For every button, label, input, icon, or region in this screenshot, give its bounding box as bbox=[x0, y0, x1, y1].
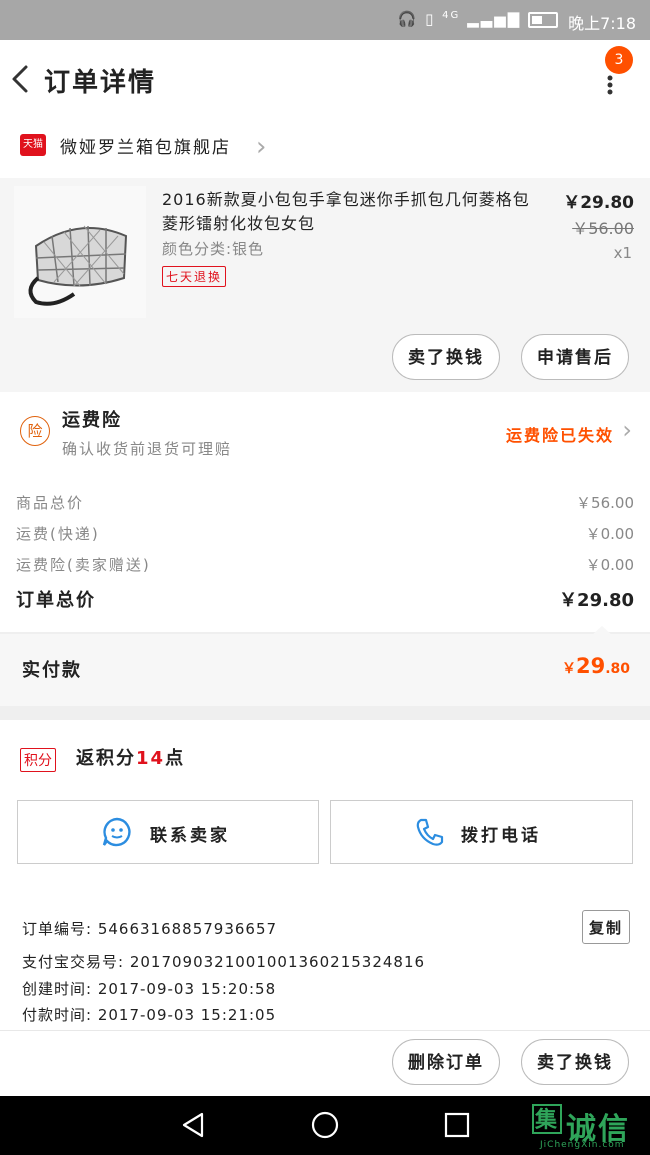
points-section: 积分 返积分14点 联系卖家 拨打电话 bbox=[0, 720, 650, 890]
network-type: 4G bbox=[442, 10, 461, 21]
store-row[interactable]: 天猫 微娅罗兰箱包旗舰店 › bbox=[0, 120, 650, 178]
original-price: ￥56.00 bbox=[572, 219, 634, 238]
insurance-title: 运费险 bbox=[62, 410, 122, 431]
order-info: 订单编号: 54663168857936657 支付宝交易号: 20170903… bbox=[0, 890, 650, 1030]
points-text: 返积分14点 bbox=[76, 744, 185, 770]
shipping-insurance-row[interactable]: 险 运费险 确认收货前退货可理赔 运费险已失效 › bbox=[0, 392, 650, 472]
after-sales-button[interactable]: 申请售后 bbox=[521, 334, 629, 380]
order-total-value: ￥29.80 bbox=[559, 590, 634, 611]
phone-icon bbox=[416, 818, 444, 846]
contact-seller-label: 联系卖家 bbox=[150, 826, 230, 846]
status-bar: 🎧 ▯ 4G ▂▃▅▇ 晚上7:18 bbox=[0, 0, 650, 40]
summary-value: ￥0.00 bbox=[585, 556, 634, 574]
back-arrow-icon[interactable] bbox=[10, 64, 32, 94]
quantity: x1 bbox=[613, 244, 632, 262]
summary-value: ￥0.00 bbox=[585, 525, 634, 543]
points-badge: 积分 bbox=[20, 748, 56, 772]
watermark-box: 集 bbox=[532, 1104, 562, 1134]
paid-amount: ￥29.80 bbox=[562, 654, 630, 678]
store-name: 微娅罗兰箱包旗舰店 bbox=[60, 138, 231, 158]
paid-integer: 29 bbox=[575, 654, 606, 678]
summary-row-goods: 商品总价 ￥56.00 bbox=[16, 492, 634, 513]
tmall-logo-icon: 天猫 bbox=[20, 134, 46, 156]
created-time: 创建时间: 2017-09-03 15:20:58 bbox=[22, 980, 277, 998]
insurance-icon: 险 bbox=[20, 416, 50, 446]
clock: 晚上7:18 bbox=[568, 14, 636, 33]
product-image[interactable] bbox=[14, 186, 146, 318]
order-number: 订单编号: 54663168857936657 bbox=[22, 920, 278, 938]
product-title[interactable]: 2016新款夏小包包手拿包迷你手抓包几何菱格包菱形镭射化妆包女包 bbox=[162, 188, 532, 236]
paid-decimal: .80 bbox=[605, 661, 630, 677]
contact-seller-button[interactable]: 联系卖家 bbox=[17, 800, 319, 864]
points-number: 14 bbox=[136, 748, 166, 769]
alipay-trade-number: 支付宝交易号: 2017090321001001360215324816 bbox=[22, 953, 426, 971]
summary-label: 运费险(卖家赠送) bbox=[16, 556, 151, 574]
product-attribute: 颜色分类:银色 bbox=[162, 240, 265, 258]
page-title: 订单详情 bbox=[44, 68, 157, 98]
vibrate-icon: ▯ bbox=[425, 10, 436, 28]
nav-recents-icon[interactable] bbox=[443, 1111, 471, 1139]
insurance-subtitle: 确认收货前退货可理赔 bbox=[62, 440, 233, 458]
chevron-right-icon: › bbox=[622, 416, 632, 444]
points-prefix: 返积分 bbox=[76, 748, 136, 769]
chat-face-icon bbox=[102, 817, 131, 847]
summary-label: 商品总价 bbox=[16, 494, 85, 512]
nav-back-icon[interactable] bbox=[178, 1110, 208, 1140]
insurance-status: 运费险已失效 bbox=[505, 426, 614, 445]
copy-button[interactable]: 复制 bbox=[582, 910, 630, 944]
points-suffix: 点 bbox=[165, 748, 186, 769]
delete-order-button[interactable]: 删除订单 bbox=[392, 1039, 500, 1085]
payment-time: 付款时间: 2017-09-03 15:21:05 bbox=[22, 1006, 277, 1024]
price-summary: 商品总价 ￥56.00 运费(快递) ￥0.00 运费险(卖家赠送) ￥0.00… bbox=[0, 472, 650, 632]
paid-currency: ￥ bbox=[561, 661, 576, 677]
order-total-label: 订单总价 bbox=[16, 590, 96, 611]
sell-for-cash-button[interactable]: 卖了换钱 bbox=[392, 334, 500, 380]
call-button[interactable]: 拨打电话 bbox=[330, 800, 633, 864]
notification-badge: 3 bbox=[605, 46, 633, 74]
paid-row: 实付款 ￥29.80 bbox=[0, 634, 650, 706]
chevron-right-icon: › bbox=[256, 132, 267, 162]
header: 订单详情 3 bbox=[0, 40, 650, 120]
summary-row-insurance: 运费险(卖家赠送) ￥0.00 bbox=[16, 554, 634, 575]
status-icons: 🎧 ▯ 4G ▂▃▅▇ bbox=[398, 10, 562, 28]
battery-icon bbox=[528, 11, 558, 28]
headset-icon: 🎧 bbox=[397, 10, 419, 28]
summary-row-shipping: 运费(快递) ￥0.00 bbox=[16, 523, 634, 544]
bottom-action-bar: 删除订单 卖了换钱 bbox=[0, 1030, 650, 1097]
paid-label: 实付款 bbox=[22, 660, 82, 681]
product-card[interactable]: 2016新款夏小包包手拿包迷你手抓包几何菱格包菱形镭射化妆包女包 颜色分类:银色… bbox=[0, 178, 650, 393]
sell-for-cash-button-bottom[interactable]: 卖了换钱 bbox=[521, 1039, 629, 1085]
signal-icon: ▂▃▅▇ bbox=[467, 10, 522, 28]
product-price: ￥29.80 bbox=[563, 193, 634, 213]
nav-home-icon[interactable] bbox=[310, 1110, 340, 1140]
order-total-row: 订单总价 ￥29.80 bbox=[16, 586, 634, 612]
more-menu-icon[interactable] bbox=[600, 70, 620, 100]
summary-value: ￥56.00 bbox=[576, 494, 634, 512]
system-nav-bar: 集诚信 JiChengXin.com bbox=[0, 1096, 650, 1155]
call-label: 拨打电话 bbox=[461, 826, 541, 846]
watermark-subtext: JiChengXin.com bbox=[540, 1140, 625, 1150]
summary-label: 运费(快递) bbox=[16, 525, 100, 543]
return-policy-badge: 七天退换 bbox=[162, 266, 227, 287]
